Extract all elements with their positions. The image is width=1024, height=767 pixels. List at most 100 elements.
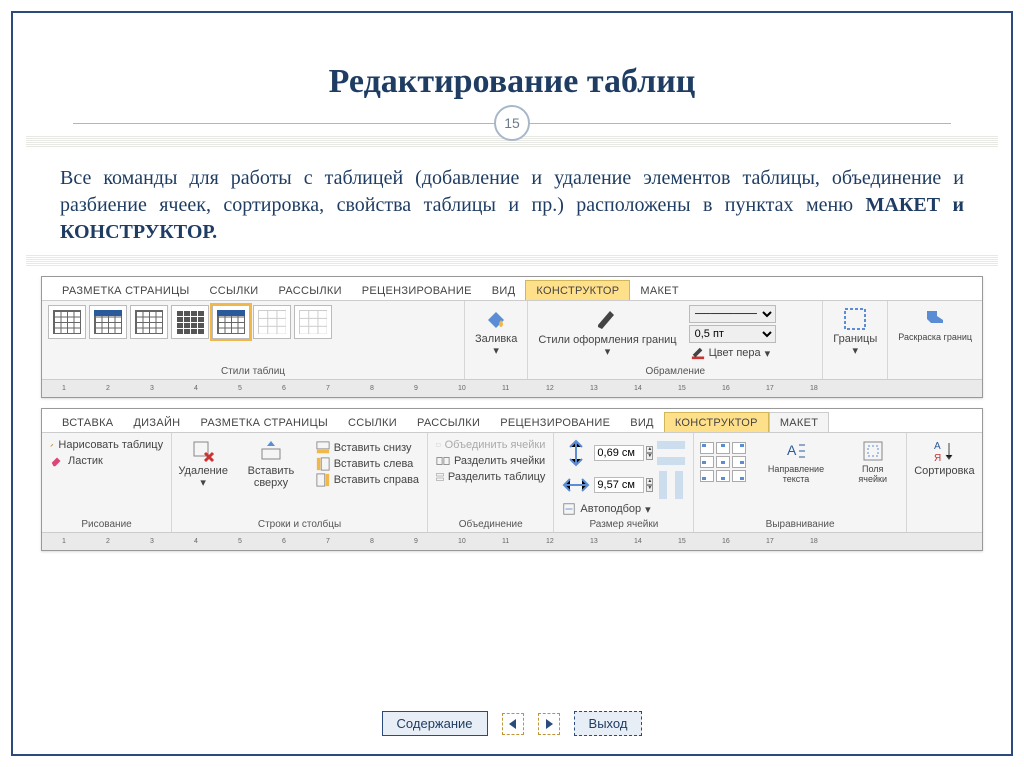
- tab-design[interactable]: ДИЗАЙН: [123, 413, 190, 432]
- border-weight[interactable]: 0,5 пт: [689, 325, 776, 343]
- svg-text:Я: Я: [934, 453, 941, 463]
- borders-button[interactable]: Границы▾: [829, 305, 881, 359]
- footer-nav: Содержание Выход: [13, 711, 1011, 736]
- split-table-button[interactable]: Разделить таблицу: [434, 469, 547, 485]
- merge-icon: [436, 438, 441, 452]
- text-direction-icon: A: [784, 439, 808, 463]
- align-top-center[interactable]: [716, 442, 730, 454]
- border-painter-button[interactable]: Раскраска границ: [894, 305, 976, 345]
- draw-table-button[interactable]: Нарисовать таблицу: [48, 437, 165, 453]
- insert-above-button[interactable]: Вставить сверху: [231, 437, 310, 491]
- split-cells-icon: [436, 454, 450, 468]
- sort-icon: AЯ: [932, 439, 956, 463]
- autofit-icon: [562, 502, 576, 516]
- dist-cols-icon: [655, 469, 687, 501]
- tab-insert[interactable]: ВСТАВКА: [52, 413, 123, 432]
- insert-below-button[interactable]: Вставить снизу: [314, 440, 421, 456]
- prev-button[interactable]: [502, 713, 524, 735]
- hatch-mid: [26, 254, 998, 266]
- tabstrip-1: РАЗМЕТКА СТРАНИЦЫ ССЫЛКИ РАССЫЛКИ РЕЦЕНЗ…: [42, 277, 982, 301]
- insert-left-button[interactable]: Вставить слева: [314, 456, 421, 472]
- row-below-icon: [316, 441, 330, 455]
- painter-icon: [923, 307, 947, 331]
- tab-mailings2[interactable]: РАССЫЛКИ: [407, 413, 490, 432]
- alignment-grid: [700, 442, 746, 482]
- text-direction-button[interactable]: A Направление текста: [754, 437, 837, 487]
- slide-title: Редактирование таблиц: [13, 63, 1011, 101]
- insert-right-button[interactable]: Вставить справа: [314, 472, 421, 488]
- tab-layout[interactable]: МАКЕТ: [630, 281, 688, 300]
- align-bot-left[interactable]: [700, 470, 714, 482]
- height-icon: [560, 437, 592, 469]
- borders-icon: [843, 307, 867, 331]
- delete-button[interactable]: Удаление▾: [178, 437, 228, 491]
- align-top-right[interactable]: [732, 442, 746, 454]
- col-width-spinner[interactable]: ▲▼: [560, 469, 687, 501]
- align-mid-right[interactable]: [732, 456, 746, 468]
- cell-margins-button[interactable]: Поля ячейки: [846, 437, 900, 487]
- style-thumb[interactable]: [130, 305, 168, 339]
- merge-cells-button[interactable]: Объединить ячейки: [434, 437, 547, 453]
- tab-designer2[interactable]: КОНСТРУКТОР: [664, 412, 769, 432]
- exit-button[interactable]: Выход: [574, 711, 643, 736]
- width-icon: [560, 469, 592, 501]
- eraser-button[interactable]: Ластик: [48, 453, 165, 469]
- border-line-style[interactable]: ────────: [689, 305, 776, 323]
- body-paragraph: Все команды для работы с таблицей (добав…: [26, 147, 998, 254]
- page-divider: 15: [13, 111, 1011, 135]
- tab-layout2[interactable]: МАКЕТ: [769, 412, 829, 432]
- style-thumb[interactable]: [48, 305, 86, 339]
- margins-icon: [861, 439, 885, 463]
- autofit-button[interactable]: Автоподбор▾: [560, 501, 687, 517]
- split-cells-button[interactable]: Разделить ячейки: [434, 453, 547, 469]
- col-left-icon: [316, 457, 330, 471]
- insert-above-icon: [259, 439, 283, 463]
- row-height-spinner[interactable]: ▲▼: [560, 437, 687, 469]
- pen-icon: [595, 308, 619, 332]
- border-styles-button[interactable]: Стили оформления границ▾: [534, 306, 680, 360]
- tabstrip-2: ВСТАВКА ДИЗАЙН РАЗМЕТКА СТРАНИЦЫ ССЫЛКИ …: [42, 409, 982, 433]
- tab-view2[interactable]: ВИД: [620, 413, 664, 432]
- tab-references[interactable]: ССЫЛКИ: [200, 281, 269, 300]
- sort-button[interactable]: AЯ Сортировка: [913, 437, 976, 479]
- tab-designer[interactable]: КОНСТРУКТОР: [525, 280, 630, 300]
- split-table-icon: [436, 470, 444, 484]
- arrow-right-icon: [543, 718, 555, 730]
- tab-view[interactable]: ВИД: [482, 281, 526, 300]
- align-bot-right[interactable]: [732, 470, 746, 482]
- ruler-2: 123456789101112131415161718: [42, 532, 982, 550]
- tab-page-layout2[interactable]: РАЗМЕТКА СТРАНИЦЫ: [190, 413, 338, 432]
- tab-page-layout[interactable]: РАЗМЕТКА СТРАНИЦЫ: [52, 281, 200, 300]
- ribbon-layout: ВСТАВКА ДИЗАЙН РАЗМЕТКА СТРАНИЦЫ ССЫЛКИ …: [41, 408, 983, 551]
- style-thumb[interactable]: [89, 305, 127, 339]
- dist-rows-icon: [655, 437, 687, 469]
- style-thumb-selected[interactable]: [212, 305, 250, 339]
- align-mid-center[interactable]: [716, 456, 730, 468]
- pencil-icon: [50, 438, 54, 452]
- group-label-align: Выравнивание: [700, 519, 899, 530]
- style-thumb[interactable]: [253, 305, 291, 339]
- tab-review[interactable]: РЕЦЕНЗИРОВАНИЕ: [352, 281, 482, 300]
- align-top-left[interactable]: [700, 442, 714, 454]
- ribbon-designer: РАЗМЕТКА СТРАНИЦЫ ССЫЛКИ РАССЫЛКИ РЕЦЕНЗ…: [41, 276, 983, 398]
- pen-color-button[interactable]: Цвет пера▾: [689, 345, 776, 361]
- align-mid-left[interactable]: [700, 456, 714, 468]
- contents-button[interactable]: Содержание: [382, 711, 488, 736]
- next-button[interactable]: [538, 713, 560, 735]
- eraser-icon: [50, 454, 64, 468]
- style-thumb[interactable]: [171, 305, 209, 339]
- style-thumb[interactable]: [294, 305, 332, 339]
- group-label-cellsize: Размер ячейки: [560, 519, 687, 530]
- group-label-styles: Стили таблиц: [48, 366, 458, 377]
- svg-text:A: A: [934, 441, 941, 452]
- tab-review2[interactable]: РЕЦЕНЗИРОВАНИЕ: [490, 413, 620, 432]
- tab-references2[interactable]: ССЫЛКИ: [338, 413, 407, 432]
- pen-color-icon: [691, 346, 705, 360]
- fill-button[interactable]: Заливка▾: [471, 305, 521, 359]
- align-bot-center[interactable]: [716, 470, 730, 482]
- svg-text:A: A: [787, 442, 797, 458]
- table-style-gallery[interactable]: [48, 305, 458, 339]
- group-label-drawing: Рисование: [48, 519, 165, 530]
- tab-mailings[interactable]: РАССЫЛКИ: [269, 281, 352, 300]
- group-label-merge: Объединение: [434, 519, 547, 530]
